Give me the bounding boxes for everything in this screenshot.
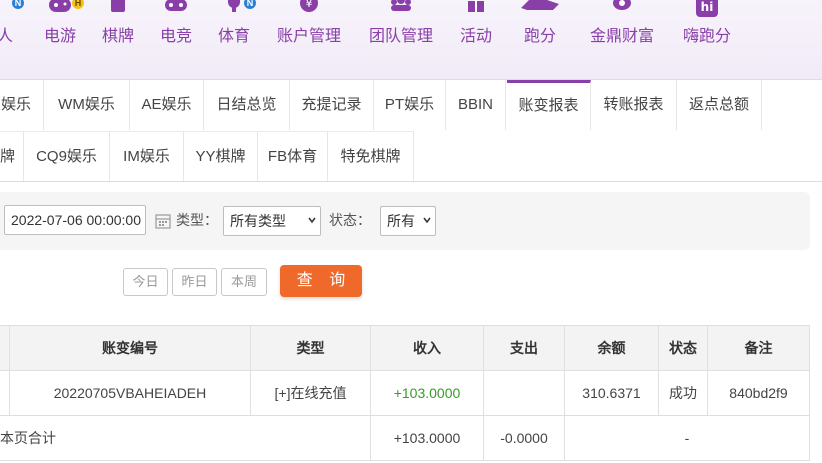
type-select-value: 所有类型 <box>230 213 286 229</box>
start-date-input[interactable]: 2022-07-06 00:00:00 <box>4 205 146 235</box>
chevron-down-icon <box>308 217 316 224</box>
nav-label: 嗨跑分 <box>682 28 731 45</box>
new-badge: N <box>244 0 256 9</box>
tab-item[interactable]: 转账报表 <box>591 80 677 130</box>
nav-label: 金鼎财富 <box>589 28 654 45</box>
tab-item[interactable]: 充提记录 <box>290 80 374 130</box>
filter-panel: 2022-07-06 00:00:00 类型： 所有类型 状态： 所有 <box>0 192 810 250</box>
trophy-icon <box>228 0 240 12</box>
status-select[interactable]: 所有 <box>380 206 436 236</box>
svg-text:hi: hi <box>701 0 714 14</box>
status-select-value: 所有 <box>387 213 415 229</box>
nav-label: 跑分 <box>523 28 556 45</box>
team-icon <box>391 0 411 11</box>
tab-item[interactable]: PT娱乐 <box>374 80 446 130</box>
tab-item[interactable]: IM娱乐 <box>110 131 184 181</box>
tab-item[interactable]: BBIN <box>446 80 506 130</box>
nav-item-sports[interactable]: N 体育 <box>212 0 256 80</box>
nav-label: 团队管理 <box>368 28 433 45</box>
tab-item[interactable]: 日结总览 <box>204 80 290 130</box>
tab-transaction-report[interactable]: 账变报表 <box>507 80 591 130</box>
header-cell: 支出 <box>484 326 565 370</box>
nav-label: 活动 <box>459 28 492 45</box>
summary-expense: -0.0000 <box>484 416 565 460</box>
tab-item[interactable]: WM娱乐 <box>44 80 130 130</box>
nav-item-events[interactable]: 活动 <box>454 0 498 80</box>
type-select[interactable]: 所有类型 <box>223 206 321 236</box>
treasure-icon <box>613 0 631 10</box>
nav-label: 人 <box>0 28 13 45</box>
header-cell <box>0 326 10 370</box>
new-badge: N <box>12 0 24 9</box>
nav-item-cards[interactable]: 棋牌 <box>96 0 140 80</box>
cell-note: 840bd2f9 <box>708 371 810 415</box>
table-header: 账变编号 类型 收入 支出 余额 状态 备注 <box>0 325 810 371</box>
nav-label: 账户管理 <box>276 28 341 45</box>
nav-label: 棋牌 <box>101 28 134 45</box>
top-nav: N 人 H 电游 棋牌 电竞 N 体育 ¥ 账户管理 团队管理 活动 跑分 金鼎… <box>0 0 822 80</box>
chevron-down-icon <box>423 217 431 224</box>
tab-item[interactable]: 特免棋牌 <box>328 131 414 181</box>
today-button[interactable]: 今日 <box>123 268 168 296</box>
nav-item-slots[interactable]: H 电游 <box>38 0 84 80</box>
nav-item-team[interactable]: 团队管理 <box>364 0 438 80</box>
search-button[interactable]: 查 询 <box>280 265 362 297</box>
summary-dash: - <box>565 416 810 460</box>
summary-row: 本页合计 +103.0000 -0.0000 - <box>0 416 810 461</box>
header-cell: 备注 <box>708 326 810 370</box>
tab-item[interactable]: 牌 <box>0 131 24 181</box>
cell-transaction-id: 20220705VBAHEIADEH <box>10 371 251 415</box>
nav-item-hi-paofen[interactable]: hi 嗨跑分 <box>678 0 736 80</box>
summary-label: 本页合计 <box>0 416 371 460</box>
tab-item[interactable]: 娱乐 <box>0 80 44 130</box>
cards-icon <box>111 0 125 12</box>
nav-item-esports[interactable]: 电竞 <box>154 0 198 80</box>
hi-logo-icon: hi <box>696 0 718 17</box>
summary-income: +103.0000 <box>371 416 484 460</box>
gamepad-icon <box>49 0 71 12</box>
table-row: 20220705VBAHEIADEH [+]在线充值 +103.0000 310… <box>0 371 810 416</box>
tab-item[interactable]: AE娱乐 <box>130 80 204 130</box>
nav-item-jinding[interactable]: 金鼎财富 <box>585 0 659 80</box>
header-cell: 类型 <box>251 326 371 370</box>
cell-spacer <box>0 371 10 415</box>
type-label: 类型： <box>176 212 218 228</box>
yen-coin-icon: ¥ <box>300 0 318 12</box>
header-cell: 状态 <box>659 326 708 370</box>
cell-income: +103.0000 <box>371 371 484 415</box>
header-cell: 账变编号 <box>10 326 251 370</box>
tab-item[interactable]: CQ9娱乐 <box>24 131 110 181</box>
running-rhino-icon <box>521 0 559 10</box>
nav-item-person[interactable]: N 人 <box>0 0 24 80</box>
cell-expense <box>484 371 565 415</box>
nav-item-paofen[interactable]: 跑分 <box>510 0 570 80</box>
cell-type: [+]在线充值 <box>251 371 371 415</box>
this-week-button[interactable]: 本周 <box>221 268 267 296</box>
status-label: 状态： <box>329 212 371 228</box>
controller-icon <box>165 0 187 11</box>
nav-item-account[interactable]: ¥ 账户管理 <box>272 0 346 80</box>
tab-item[interactable]: YY棋牌 <box>184 131 258 181</box>
tab-item[interactable]: FB体育 <box>258 131 328 181</box>
cell-status: 成功 <box>659 371 708 415</box>
header-cell: 收入 <box>371 326 484 370</box>
cell-balance: 310.6371 <box>565 371 659 415</box>
header-cell: 余额 <box>565 326 659 370</box>
nav-label: 体育 <box>217 28 250 45</box>
nav-label: 电游 <box>43 28 76 45</box>
svg-text:¥: ¥ <box>306 0 313 10</box>
calendar-icon[interactable] <box>155 213 171 229</box>
gift-icon <box>468 0 484 12</box>
report-tabs: 娱乐 WM娱乐 AE娱乐 日结总览 充提记录 PT娱乐 BBIN 账变报表 转账… <box>0 80 822 182</box>
hot-badge: H <box>72 0 84 9</box>
tab-item[interactable]: 返点总额 <box>677 80 762 130</box>
yesterday-button[interactable]: 昨日 <box>172 268 217 296</box>
nav-label: 电竞 <box>159 28 192 45</box>
